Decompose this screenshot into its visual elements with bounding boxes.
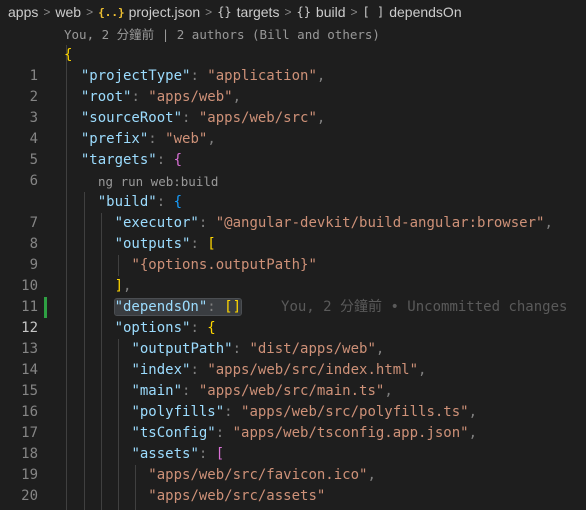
json-key: "build"	[97, 194, 157, 210]
json-key: "tsConfig"	[131, 425, 216, 441]
json-key: "options"	[114, 320, 191, 336]
json-key: "assets"	[131, 446, 199, 462]
code-text: "targets": {	[80, 152, 183, 168]
json-string: "apps/web/tsconfig.app.json"	[232, 425, 469, 441]
chevron-right-icon: >	[350, 5, 358, 19]
code-text: "apps/web/src/assets"	[64, 486, 325, 507]
breadcrumb-item-dependson[interactable]: dependsOn	[389, 4, 461, 20]
json-key: "prefix"	[80, 131, 149, 147]
json-key: "index"	[131, 362, 191, 378]
json-file-icon: {..}	[98, 5, 125, 19]
code-text: "root": "apps/web",	[80, 89, 242, 105]
code-line: 13 "options": {	[0, 318, 586, 357]
code-line: 4 "sourceRoot": "apps/web/src",	[0, 108, 586, 147]
json-string: "apps/web/src/index.html"	[207, 362, 419, 378]
json-string: "web"	[165, 131, 208, 147]
breadcrumb-item-project-json[interactable]: project.json	[129, 4, 201, 20]
code-text: {	[64, 47, 73, 63]
code-text: "tsConfig": "apps/web/tsconfig.app.json"…	[131, 425, 478, 441]
json-string: "apps/web"	[148, 89, 233, 105]
object-symbol-icon: {}	[296, 5, 311, 19]
code-line: 6 "targets": {	[0, 150, 586, 189]
json-key: "outputs"	[114, 236, 191, 252]
breadcrumb-item-targets[interactable]: targets	[237, 4, 280, 20]
code-line: 18 "tsConfig": "apps/web/tsconfig.app.js…	[0, 423, 586, 462]
json-key: "executor"	[114, 215, 199, 231]
line-number: 6	[29, 173, 38, 189]
json-string: "apps/web/src/polyfills.ts"	[241, 404, 469, 420]
json-string: "apps/web/src/favicon.ico"	[148, 467, 368, 483]
code-text: "main": "apps/web/src/main.ts",	[131, 383, 393, 399]
json-key: "root"	[80, 89, 132, 105]
json-string: "apps/web/src/assets"	[148, 488, 326, 504]
code-line: 3 "root": "apps/web",	[0, 87, 586, 126]
code-text: "polyfills": "apps/web/src/polyfills.ts"…	[131, 404, 478, 420]
json-key: "main"	[131, 383, 183, 399]
code-editor[interactable]: You, 2 分鐘前 | 2 authors (Bill and others)…	[0, 24, 586, 510]
breadcrumb-item-web[interactable]: web	[55, 4, 81, 20]
code-line: 17 "polyfills": "apps/web/src/polyfills.…	[0, 402, 586, 441]
code-line: 5 "prefix": "web",	[0, 129, 586, 168]
code-line: 1 {	[0, 45, 586, 84]
chevron-right-icon: >	[86, 5, 94, 19]
array-symbol-icon: [ ]	[362, 5, 385, 19]
chevron-right-icon: >	[205, 5, 213, 19]
code-text: "build": {	[97, 194, 183, 210]
code-line: 19 "assets": [	[0, 444, 586, 483]
code-line: 9 "outputs": [	[0, 234, 586, 273]
code-line: 11 ],	[0, 276, 586, 315]
code-text: "dependsOn": [] You, 2 分鐘前 • Uncommitted …	[113, 298, 568, 316]
code-line: 2 "projectType": "application",	[0, 66, 586, 105]
json-key: "targets"	[80, 152, 157, 168]
code-text: "assets": [	[131, 446, 225, 462]
breadcrumb-item-build[interactable]: build	[316, 4, 346, 20]
code-line-active: 12 "dependsOn": [] You, 2 分鐘前 • Uncommitt…	[0, 297, 586, 336]
code-line: 15 "index": "apps/web/src/index.html",	[0, 360, 586, 399]
json-key: "sourceRoot"	[80, 110, 183, 126]
breadcrumb: apps > web > {..} project.json > {} targ…	[0, 0, 586, 24]
json-string: "apps/web/src/main.ts"	[198, 383, 385, 399]
json-string: "apps/web/src"	[198, 110, 317, 126]
json-string: "dist/apps/web"	[249, 341, 376, 357]
code-text: "apps/web/src/favicon.ico",	[148, 467, 376, 483]
json-string: "@angular-devkit/build-angular:browser"	[215, 215, 545, 231]
code-text: "sourceRoot": "apps/web/src",	[80, 110, 326, 126]
code-text: "options": {	[114, 320, 216, 336]
chevron-right-icon: >	[284, 5, 292, 19]
code-line: 14 "outputPath": "dist/apps/web",	[0, 339, 586, 378]
json-array: []	[224, 299, 242, 315]
code-text: "executor": "@angular-devkit/build-angul…	[114, 215, 553, 231]
code-text: ],	[114, 278, 132, 294]
code-text: "{options.outputPath}"	[64, 255, 317, 276]
json-key: "polyfills"	[131, 404, 225, 420]
chevron-right-icon: >	[43, 5, 51, 19]
code-text: "outputPath": "dist/apps/web",	[131, 341, 385, 357]
json-string: "application"	[207, 68, 317, 84]
code-line: 20 "apps/web/src/favicon.ico",	[0, 465, 586, 504]
code-line: 10 "{options.outputPath}"	[0, 255, 586, 294]
code-line: 8 "executor": "@angular-devkit/build-ang…	[0, 213, 586, 252]
json-key: "outputPath"	[131, 341, 233, 357]
codelens-run-target[interactable]: ng run web:build	[98, 171, 218, 192]
code-text: "projectType": "application",	[80, 68, 326, 84]
codelens-blame[interactable]: You, 2 分鐘前 | 2 authors (Bill and others)	[64, 24, 380, 45]
code-line: 7 "build": {	[0, 192, 586, 231]
code-line: 21 "apps/web/src/assets"	[0, 486, 586, 510]
code-line: 16 "main": "apps/web/src/main.ts",	[0, 381, 586, 420]
json-key: "dependsOn"	[114, 299, 208, 315]
inline-blame[interactable]: You, 2 分鐘前 • Uncommitted changes	[281, 299, 567, 315]
object-symbol-icon: {}	[217, 5, 232, 19]
json-string: "{options.outputPath}"	[131, 257, 317, 273]
code-text: "prefix": "web",	[80, 131, 216, 147]
code-text: "outputs": [	[114, 236, 216, 252]
code-text: "index": "apps/web/src/index.html",	[131, 362, 427, 378]
json-key: "projectType"	[80, 68, 191, 84]
breadcrumb-item-apps[interactable]: apps	[8, 4, 38, 20]
